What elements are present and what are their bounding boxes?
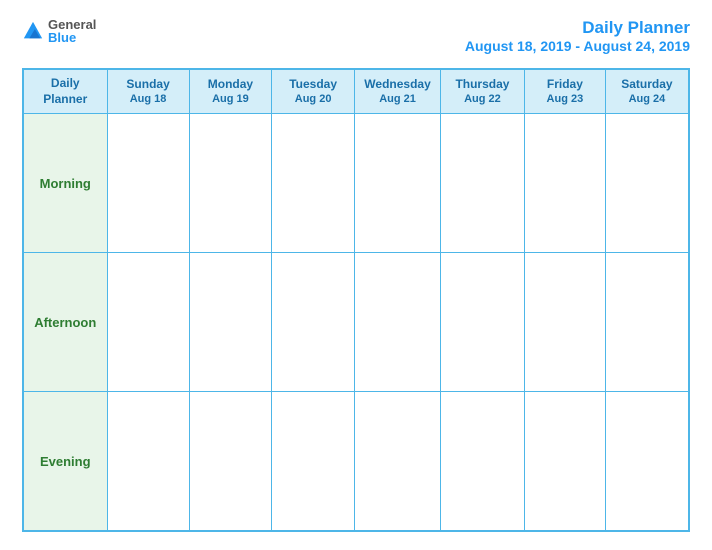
col-header-friday: Friday Aug 23: [524, 69, 605, 114]
logo-text: General Blue: [48, 18, 96, 44]
page: General Blue Daily Planner August 18, 20…: [0, 0, 712, 550]
afternoon-thursday-cell[interactable]: [441, 253, 525, 392]
day-date-thursday: Aug 22: [445, 92, 520, 106]
day-date-saturday: Aug 24: [610, 92, 684, 106]
afternoon-monday-cell[interactable]: [189, 253, 272, 392]
afternoon-row: Afternoon: [23, 253, 689, 392]
morning-saturday-cell[interactable]: [605, 114, 689, 253]
page-title: Daily Planner: [465, 18, 690, 38]
morning-friday-cell[interactable]: [524, 114, 605, 253]
daily-planner-header-cell: DailyPlanner: [23, 69, 107, 114]
morning-monday-cell[interactable]: [189, 114, 272, 253]
afternoon-wednesday-cell[interactable]: [355, 253, 441, 392]
table-header-row: DailyPlanner Sunday Aug 18 Monday Aug 19…: [23, 69, 689, 114]
morning-label: Morning: [23, 114, 107, 253]
day-date-friday: Aug 23: [529, 92, 601, 106]
evening-monday-cell[interactable]: [189, 392, 272, 531]
evening-tuesday-cell[interactable]: [272, 392, 355, 531]
afternoon-saturday-cell[interactable]: [605, 253, 689, 392]
day-date-monday: Aug 19: [194, 92, 268, 106]
day-name-friday: Friday: [529, 77, 601, 93]
daily-planner-label: DailyPlanner: [43, 76, 87, 106]
morning-row: Morning: [23, 114, 689, 253]
afternoon-label: Afternoon: [23, 253, 107, 392]
day-name-wednesday: Wednesday: [359, 77, 436, 93]
morning-thursday-cell[interactable]: [441, 114, 525, 253]
header: General Blue Daily Planner August 18, 20…: [22, 18, 690, 54]
day-name-saturday: Saturday: [610, 77, 684, 93]
col-header-tuesday: Tuesday Aug 20: [272, 69, 355, 114]
evening-sunday-cell[interactable]: [107, 392, 189, 531]
afternoon-sunday-cell[interactable]: [107, 253, 189, 392]
col-header-monday: Monday Aug 19: [189, 69, 272, 114]
evening-thursday-cell[interactable]: [441, 392, 525, 531]
logo-blue: Blue: [48, 31, 96, 44]
evening-wednesday-cell[interactable]: [355, 392, 441, 531]
col-header-thursday: Thursday Aug 22: [441, 69, 525, 114]
day-name-sunday: Sunday: [112, 77, 185, 93]
day-date-tuesday: Aug 20: [276, 92, 350, 106]
evening-label: Evening: [23, 392, 107, 531]
day-name-monday: Monday: [194, 77, 268, 93]
logo-area: General Blue: [22, 18, 96, 44]
day-name-thursday: Thursday: [445, 77, 520, 93]
evening-row: Evening: [23, 392, 689, 531]
planner-table: DailyPlanner Sunday Aug 18 Monday Aug 19…: [22, 68, 690, 532]
day-date-sunday: Aug 18: [112, 92, 185, 106]
afternoon-friday-cell[interactable]: [524, 253, 605, 392]
generalblue-icon: [22, 20, 44, 42]
col-header-wednesday: Wednesday Aug 21: [355, 69, 441, 114]
day-date-wednesday: Aug 21: [359, 92, 436, 106]
morning-tuesday-cell[interactable]: [272, 114, 355, 253]
date-range: August 18, 2019 - August 24, 2019: [465, 38, 690, 54]
col-header-sunday: Sunday Aug 18: [107, 69, 189, 114]
col-header-saturday: Saturday Aug 24: [605, 69, 689, 114]
day-name-tuesday: Tuesday: [276, 77, 350, 93]
morning-wednesday-cell[interactable]: [355, 114, 441, 253]
evening-saturday-cell[interactable]: [605, 392, 689, 531]
title-area: Daily Planner August 18, 2019 - August 2…: [465, 18, 690, 54]
evening-friday-cell[interactable]: [524, 392, 605, 531]
morning-sunday-cell[interactable]: [107, 114, 189, 253]
afternoon-tuesday-cell[interactable]: [272, 253, 355, 392]
